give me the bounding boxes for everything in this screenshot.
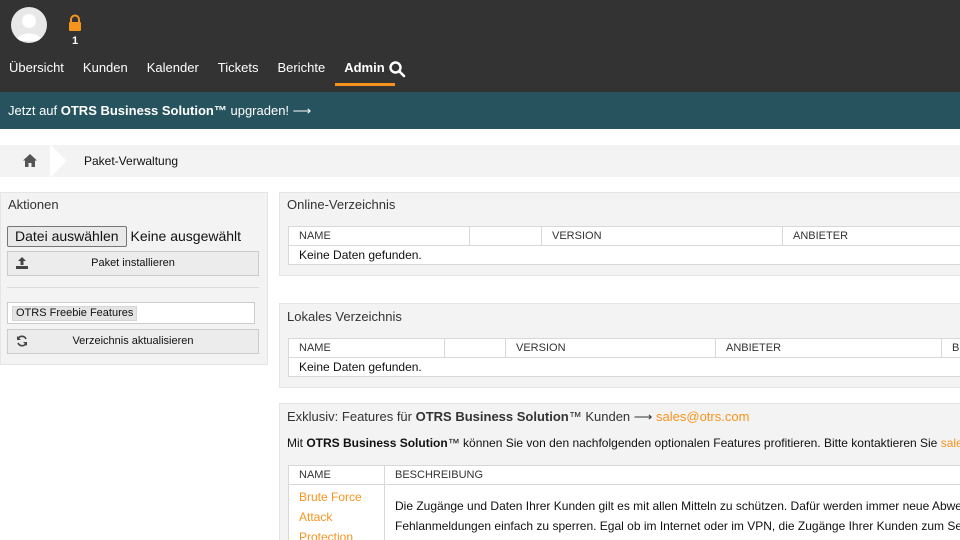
nav-admin[interactable]: Admin bbox=[335, 58, 395, 86]
nav-reports[interactable]: Berichte bbox=[269, 58, 336, 86]
sidebar-title: Aktionen bbox=[8, 197, 59, 212]
column-name[interactable]: NAME bbox=[289, 227, 470, 245]
repository-selected-chip[interactable]: OTRS Freebie Features bbox=[12, 306, 138, 321]
local-repository-title: Lokales Verzeichnis bbox=[287, 309, 402, 324]
refresh-repository-button[interactable]: Verzeichnis aktualisieren bbox=[7, 329, 259, 354]
banner-prefix: Jetzt auf bbox=[8, 103, 61, 118]
search-icon[interactable] bbox=[388, 60, 406, 78]
file-status: Keine ausgewählt bbox=[130, 228, 242, 244]
install-package-button[interactable]: Paket installieren bbox=[7, 251, 259, 276]
refresh-repository-label: Verzeichnis aktualisieren bbox=[72, 335, 194, 347]
exclusive-title: Exklusiv: Features für OTRS Business Sol… bbox=[287, 409, 749, 425]
feature-name-link[interactable]: Brute Force Attack Protection bbox=[299, 487, 379, 540]
intro-email-link[interactable]: sale bbox=[941, 436, 960, 450]
column-separator bbox=[384, 466, 385, 540]
local-repository-widget: Lokales Verzeichnis NAME VERSION ANBIETE… bbox=[279, 303, 960, 388]
exclusive-features-widget: Exklusiv: Features für OTRS Business Sol… bbox=[279, 403, 960, 540]
repository-select[interactable]: OTRS Freebie Features bbox=[7, 302, 255, 324]
nav-customers[interactable]: Kunden bbox=[74, 58, 138, 86]
exclusive-title-suffix: ™ Kunden ⟶ bbox=[568, 409, 657, 424]
sidebar-divider bbox=[7, 287, 259, 288]
main-navigation: Übersicht Kunden Kalender Tickets Berich… bbox=[0, 58, 395, 86]
breadcrumb-separator bbox=[49, 145, 67, 177]
top-header: 1 Übersicht Kunden Kalender Tickets Beri… bbox=[0, 0, 960, 92]
upgrade-banner[interactable]: Jetzt auf OTRS Business Solution™ upgrad… bbox=[0, 92, 960, 129]
breadcrumb: Paket-Verwaltung bbox=[0, 145, 960, 177]
table-header: NAME VERSION ANBIETER bbox=[289, 227, 960, 246]
feature-description-line-1: Die Zugänge und Daten Ihrer Kunden gilt … bbox=[395, 499, 960, 513]
intro-suffix: ™ können Sie von den nachfolgenden optio… bbox=[447, 436, 941, 450]
column-vendor[interactable]: ANBIETER bbox=[716, 339, 942, 357]
avatar[interactable] bbox=[11, 7, 47, 43]
table-header: NAME VERSION ANBIETER B bbox=[289, 339, 960, 358]
banner-product: OTRS Business Solution™ bbox=[60, 103, 227, 118]
column-blank bbox=[445, 339, 506, 357]
refresh-icon bbox=[17, 335, 27, 347]
features-table: NAME BESCHREIBUNG Brute Force Attack Pro… bbox=[288, 465, 960, 540]
file-upload: Datei auswählen Keine ausgewählt bbox=[7, 225, 241, 247]
local-repository-table: NAME VERSION ANBIETER B Keine Daten gefu… bbox=[288, 338, 960, 377]
choose-file-button[interactable]: Datei auswählen bbox=[7, 225, 127, 247]
online-repository-title: Online-Verzeichnis bbox=[287, 197, 396, 212]
exclusive-intro: Mit OTRS Business Solution™ können Sie v… bbox=[287, 436, 960, 450]
column-name[interactable]: NAME bbox=[289, 466, 384, 485]
exclusive-title-product: OTRS Business Solution bbox=[415, 409, 569, 424]
exclusive-title-prefix: Exklusiv: Features für bbox=[287, 409, 416, 424]
nav-overview[interactable]: Übersicht bbox=[0, 58, 74, 86]
online-repository-widget: Online-Verzeichnis NAME VERSION ANBIETER… bbox=[279, 192, 960, 276]
banner-suffix: upgraden! ⟶ bbox=[226, 103, 312, 118]
nav-calendar[interactable]: Kalender bbox=[138, 58, 209, 86]
nav-tickets[interactable]: Tickets bbox=[209, 58, 269, 86]
column-blank bbox=[470, 227, 542, 245]
empty-message: Keine Daten gefunden. bbox=[299, 248, 422, 262]
upload-icon bbox=[16, 257, 28, 269]
intro-prefix: Mit bbox=[287, 436, 307, 450]
feature-description: Die Zugänge und Daten Ihrer Kunden gilt … bbox=[395, 496, 960, 536]
column-version[interactable]: VERSION bbox=[542, 227, 783, 245]
column-vendor[interactable]: ANBIETER bbox=[783, 227, 960, 245]
online-repository-table: NAME VERSION ANBIETER Keine Daten gefund… bbox=[288, 226, 960, 265]
column-name[interactable]: NAME bbox=[289, 339, 445, 357]
sales-email-link[interactable]: sales@otrs.com bbox=[656, 409, 749, 424]
user-icon bbox=[16, 14, 42, 41]
home-icon[interactable] bbox=[22, 153, 38, 168]
empty-message: Keine Daten gefunden. bbox=[299, 360, 422, 374]
column-description[interactable]: BESCHREIBUNG bbox=[385, 466, 960, 485]
lock-icon[interactable] bbox=[67, 14, 83, 32]
column-b[interactable]: B bbox=[942, 339, 960, 357]
install-package-label: Paket installieren bbox=[91, 257, 175, 269]
feature-description-line-2: Fehlanmeldungen einfach zu sperren. Egal… bbox=[395, 519, 960, 533]
intro-product: OTRS Business Solution bbox=[306, 436, 448, 450]
locked-tickets-count[interactable]: 1 bbox=[72, 35, 78, 47]
column-version[interactable]: VERSION bbox=[506, 339, 716, 357]
breadcrumb-current: Paket-Verwaltung bbox=[84, 154, 179, 168]
